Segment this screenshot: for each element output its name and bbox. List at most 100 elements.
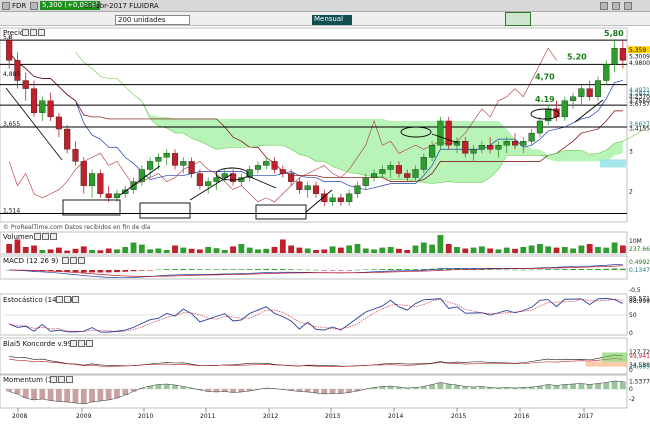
volume-bar — [296, 247, 303, 253]
koncorde-pane-icons[interactable] — [70, 340, 94, 348]
volume-pane-icons[interactable] — [34, 233, 58, 241]
close-icon[interactable] — [66, 376, 73, 383]
volume-bar — [31, 245, 37, 253]
data-credit: © ProRealTime.com Datos recibidos en fin… — [3, 224, 151, 231]
volume-bar — [329, 246, 336, 253]
macd-bar — [586, 269, 593, 270]
wrench-icon[interactable] — [70, 340, 77, 347]
candle-body — [520, 141, 527, 146]
volume-bar — [512, 248, 518, 253]
macd-pane-title: MACD (12 26 9) — [3, 257, 59, 265]
volume-bar — [279, 239, 286, 253]
koncorde-area — [602, 352, 627, 362]
momentum-bar — [595, 383, 601, 389]
wrench-icon[interactable] — [62, 257, 69, 264]
macd-bar — [611, 268, 618, 270]
macd-bar — [404, 269, 411, 270]
momentum-bar — [163, 384, 170, 389]
momentum-bar — [97, 389, 104, 401]
macd-bar — [503, 269, 510, 271]
wrench-icon[interactable] — [22, 29, 29, 36]
volume-bar — [288, 245, 295, 253]
stoch-pane-icons[interactable] — [56, 296, 80, 304]
config-icon[interactable] — [64, 296, 71, 303]
wrench-icon[interactable] — [34, 233, 41, 240]
candle-body — [180, 161, 187, 166]
volume-bar — [97, 250, 104, 253]
volume-pane-title: Volumen — [3, 233, 34, 241]
macd-bar — [337, 270, 344, 271]
candle-body — [470, 149, 477, 154]
candle-body — [55, 116, 62, 130]
config-icon[interactable] — [78, 340, 85, 347]
close-icon[interactable] — [38, 29, 45, 36]
volume-bar — [462, 248, 469, 253]
volume-bar — [595, 247, 601, 253]
config-icon[interactable] — [30, 29, 37, 36]
y-axis-label: 3 — [629, 148, 633, 155]
macd-bar — [354, 269, 361, 271]
candle — [97, 169, 104, 198]
close-icon[interactable] — [50, 233, 57, 240]
volume-bar — [603, 247, 610, 253]
candle-body — [337, 197, 344, 202]
volume-bar — [255, 249, 261, 253]
candle-body — [346, 193, 353, 202]
koncorde-axis-label: 0 — [629, 367, 633, 374]
close-icon[interactable] — [78, 257, 85, 264]
macd-bar — [122, 270, 129, 272]
macd-bar — [619, 268, 626, 270]
left-price-label: 3,655 — [3, 121, 20, 128]
macd-bar — [545, 269, 552, 270]
chart-canvas[interactable]: 5,805.204,704.195,84,8853,6551,5145,3595… — [0, 0, 650, 432]
candle-body — [619, 48, 626, 61]
close-icon[interactable] — [72, 296, 79, 303]
x-tick-label: 2014 — [388, 413, 403, 420]
macd-bar — [205, 269, 212, 270]
candle-body — [188, 161, 195, 174]
macd-axis-label: -0,5 — [629, 287, 641, 294]
candle-body — [603, 64, 610, 81]
momentum-bar — [89, 389, 95, 402]
macd-bar — [512, 269, 518, 271]
wrench-icon[interactable] — [56, 296, 63, 303]
config-icon[interactable] — [42, 233, 49, 240]
volume-bar — [371, 249, 377, 253]
candle-body — [39, 100, 46, 114]
candle-body — [395, 165, 402, 174]
config-icon[interactable] — [58, 376, 65, 383]
momentum-bar — [31, 389, 37, 400]
macd-pane-icons[interactable] — [62, 257, 86, 265]
volume-bar — [105, 248, 112, 253]
candle-body — [113, 193, 121, 198]
candle-body — [105, 193, 112, 198]
momentum-bar — [553, 385, 560, 389]
volume-axis-label: 10M — [629, 238, 642, 245]
macd-bar — [271, 268, 278, 270]
volume-bar — [163, 250, 170, 253]
candle-body — [80, 161, 87, 186]
macd-bar — [188, 269, 195, 270]
momentum-axis-label: 0 — [629, 386, 633, 393]
close-icon[interactable] — [86, 340, 93, 347]
x-tick-label: 2012 — [263, 413, 278, 420]
y-axis-label: 4,9800 — [629, 60, 650, 67]
level-label: 5,80 — [604, 29, 624, 38]
wrench-icon[interactable] — [50, 376, 57, 383]
candle-body — [304, 185, 311, 190]
candle-body — [445, 120, 452, 146]
price-pane-icons[interactable] — [22, 29, 46, 37]
config-icon[interactable] — [70, 257, 77, 264]
pane-frame — [0, 337, 628, 375]
macd-bar — [80, 270, 87, 273]
candle-body — [412, 169, 419, 178]
candle-body — [147, 161, 154, 170]
momentum-pane-icons[interactable] — [50, 376, 74, 384]
volume-bar — [503, 247, 510, 253]
momentum-bar — [470, 387, 477, 389]
volume-bar — [304, 248, 311, 253]
macd-bar — [72, 270, 79, 273]
macd-bar — [561, 269, 568, 270]
macd-bar — [578, 268, 585, 270]
macd-bar — [487, 269, 494, 270]
